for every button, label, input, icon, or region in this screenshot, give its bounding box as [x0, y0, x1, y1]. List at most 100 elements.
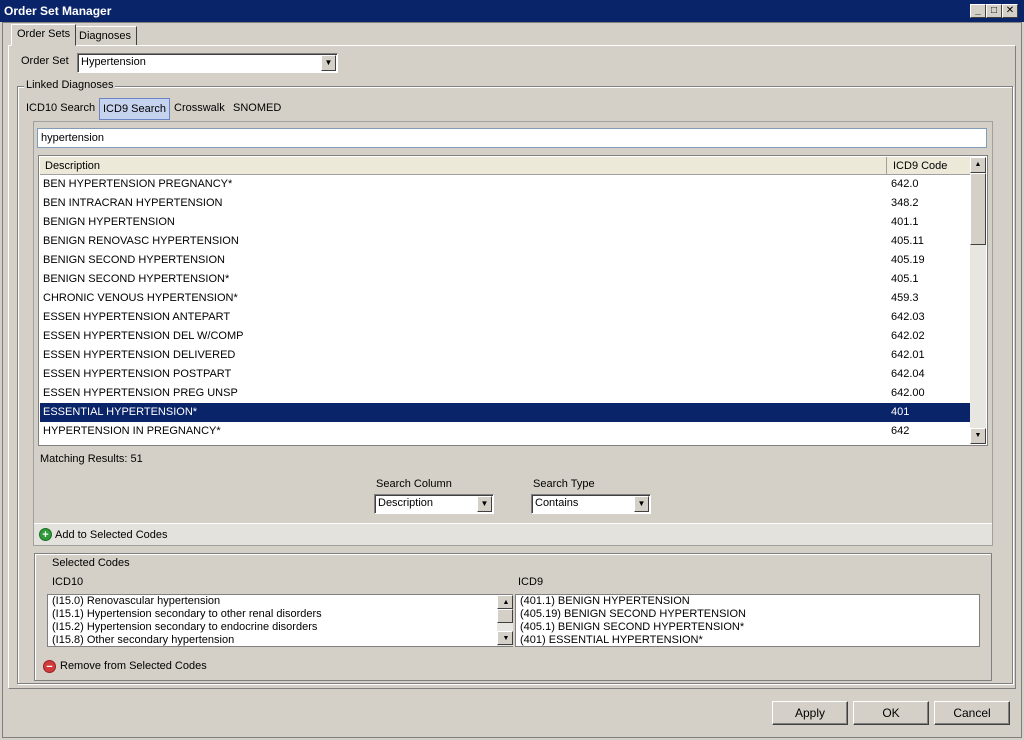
- row-description: ESSEN HYPERTENSION DEL W/COMP: [43, 330, 244, 342]
- row-icd9-code: 401: [891, 406, 910, 418]
- table-row[interactable]: BEN INTRACRAN HYPERTENSION 348.2: [40, 194, 970, 213]
- icd10-list-scrollbar[interactable]: ▲ ▼: [497, 595, 513, 646]
- grid-scrollbar[interactable]: ▲ ▼: [970, 157, 986, 444]
- search-type-label: Search Type: [533, 478, 595, 490]
- row-description: BEN INTRACRAN HYPERTENSION: [43, 197, 223, 209]
- table-row[interactable]: BENIGN SECOND HYPERTENSION 405.19: [40, 251, 970, 270]
- table-row[interactable]: HYPERTENSION IN PREGNANCY* 642: [40, 422, 970, 441]
- row-icd9-code: 642.00: [891, 387, 925, 399]
- subtab-icd10-search[interactable]: ICD10 Search: [23, 98, 98, 120]
- scroll-down-icon[interactable]: ▼: [497, 631, 513, 645]
- subtab-snomed[interactable]: SNOMED: [230, 98, 284, 120]
- scroll-thumb[interactable]: [970, 173, 986, 245]
- column-header-description[interactable]: Description: [40, 157, 887, 175]
- row-description: BENIGN SECOND HYPERTENSION*: [43, 273, 230, 285]
- tab-label: Order Sets: [17, 28, 71, 40]
- icd10-label: ICD10: [52, 576, 84, 588]
- minimize-button[interactable]: _: [970, 4, 986, 18]
- icd9-label: ICD9: [518, 576, 544, 588]
- list-item[interactable]: (I15.2) Hypertension secondary to endocr…: [50, 621, 512, 634]
- row-description: ESSEN HYPERTENSION ANTEPART: [43, 311, 231, 323]
- row-icd9-code: 642.0: [891, 178, 919, 190]
- row-description: HYPERTENSION IN PREGNANCY*: [43, 425, 221, 437]
- scroll-thumb[interactable]: [497, 609, 513, 623]
- table-row[interactable]: BENIGN SECOND HYPERTENSION* 405.1: [40, 270, 970, 289]
- chevron-down-icon[interactable]: ▼: [634, 496, 649, 512]
- maximize-button[interactable]: □: [986, 4, 1002, 18]
- linked-diagnoses-label: Linked Diagnoses: [24, 79, 116, 91]
- row-icd9-code: 405.19: [891, 254, 925, 266]
- list-item[interactable]: (401.1) BENIGN HYPERTENSION: [518, 595, 979, 608]
- remove-from-selected-button[interactable]: − Remove from Selected Codes: [43, 659, 243, 675]
- row-description: BENIGN SECOND HYPERTENSION: [43, 254, 225, 266]
- row-icd9-code: 401.1: [891, 216, 919, 228]
- icd10-selected-list[interactable]: (I15.0) Renovascular hypertension (I15.1)…: [47, 594, 513, 647]
- subtab-crosswalk[interactable]: Crosswalk: [171, 98, 228, 120]
- list-item[interactable]: (405.1) BENIGN SECOND HYPERTENSION*: [518, 621, 979, 634]
- table-row[interactable]: BENIGN HYPERTENSION 401.1: [40, 213, 970, 232]
- row-icd9-code: 642.02: [891, 330, 925, 342]
- icd9-items: (401.1) BENIGN HYPERTENSION (405.19) BENI…: [516, 595, 979, 647]
- table-row[interactable]: ESSEN HYPERTENSION DEL W/COMP 642.02: [40, 327, 970, 346]
- row-icd9-code: 642.01: [891, 349, 925, 361]
- subtab-icd9-search[interactable]: ICD9 Search: [99, 98, 170, 120]
- table-row[interactable]: CHRONIC VENOUS HYPERTENSION* 459.3: [40, 289, 970, 308]
- close-button[interactable]: ✕: [1002, 4, 1018, 18]
- chevron-down-icon[interactable]: ▼: [477, 496, 492, 512]
- order-set-value: Hypertension: [81, 56, 146, 68]
- row-icd9-code: 348.2: [891, 197, 919, 209]
- table-row[interactable]: ESSENTIAL HYPERTENSION* 401: [40, 403, 970, 422]
- row-description: BEN HYPERTENSION PREGNANCY*: [43, 178, 233, 190]
- row-description: ESSENTIAL HYPERTENSION*: [43, 406, 198, 418]
- remove-from-selected-label: Remove from Selected Codes: [60, 660, 207, 672]
- list-item[interactable]: (405.19) BENIGN SECOND HYPERTENSION: [518, 608, 979, 621]
- table-row[interactable]: ESSEN HYPERTENSION POSTPART 642.04: [40, 365, 970, 384]
- chevron-down-icon[interactable]: ▼: [321, 55, 336, 71]
- minus-circle-icon: −: [43, 660, 56, 673]
- table-row[interactable]: BEN HYPERTENSION PREGNANCY* 642.0: [40, 175, 970, 194]
- list-item[interactable]: (I15.8) Other secondary hypertension: [50, 634, 512, 647]
- table-row[interactable]: ESSEN HYPERTENSION ANTEPART 642.03: [40, 308, 970, 327]
- column-header-icd9-code[interactable]: ICD9 Code: [888, 157, 970, 175]
- search-column-label: Search Column: [376, 478, 452, 490]
- add-to-selected-label: Add to Selected Codes: [55, 529, 168, 541]
- results-grid: Description ICD9 Code BEN HYPERTENSION P…: [38, 155, 988, 446]
- row-description: CHRONIC VENOUS HYPERTENSION*: [43, 292, 238, 304]
- title-bar[interactable]: Order Set Manager _ □ ✕: [0, 0, 1024, 22]
- icd9-selected-list[interactable]: (401.1) BENIGN HYPERTENSION (405.19) BENI…: [515, 594, 980, 647]
- table-row[interactable]: ESSEN HYPERTENSION DELIVERED 642.01: [40, 346, 970, 365]
- tab-diagnoses[interactable]: Diagnoses: [73, 26, 137, 46]
- grid-header: Description ICD9 Code: [40, 157, 970, 175]
- search-input[interactable]: hypertension: [37, 128, 987, 148]
- window-title: Order Set Manager: [4, 4, 112, 18]
- ok-button[interactable]: OK: [853, 701, 929, 725]
- row-icd9-code: 405.11: [891, 235, 924, 247]
- cancel-button[interactable]: Cancel: [934, 701, 1010, 725]
- order-set-dropdown[interactable]: Hypertension ▼: [77, 53, 338, 73]
- apply-button[interactable]: Apply: [772, 701, 848, 725]
- table-row[interactable]: BENIGN RENOVASC HYPERTENSION 405.11: [40, 232, 970, 251]
- list-item[interactable]: (401) ESSENTIAL HYPERTENSION*: [518, 634, 979, 647]
- plus-circle-icon: +: [39, 528, 52, 541]
- row-description: BENIGN RENOVASC HYPERTENSION: [43, 235, 239, 247]
- row-icd9-code: 642: [891, 425, 910, 437]
- row-description: ESSEN HYPERTENSION POSTPART: [43, 368, 232, 380]
- table-row[interactable]: ESSEN HYPERTENSION PREG UNSP 642.00: [40, 384, 970, 403]
- row-description: ESSEN HYPERTENSION PREG UNSP: [43, 387, 238, 399]
- scroll-up-icon[interactable]: ▲: [497, 595, 513, 609]
- tab-order-sets[interactable]: Order Sets: [11, 24, 77, 46]
- list-item[interactable]: (I15.0) Renovascular hypertension: [50, 595, 512, 608]
- row-description: ESSEN HYPERTENSION DELIVERED: [43, 349, 236, 361]
- add-to-selected-button[interactable]: + Add to Selected Codes: [34, 523, 992, 545]
- order-set-label: Order Set: [21, 55, 69, 67]
- scroll-up-icon[interactable]: ▲: [970, 157, 986, 173]
- list-item[interactable]: (I15.1) Hypertension secondary to other …: [50, 608, 512, 621]
- row-icd9-code: 642.03: [891, 311, 925, 323]
- row-icd9-code: 459.3: [891, 292, 919, 304]
- search-column-dropdown[interactable]: Description ▼: [374, 494, 494, 514]
- search-type-value: Contains: [535, 497, 579, 509]
- search-column-value: Description: [378, 497, 434, 509]
- scroll-down-icon[interactable]: ▼: [970, 428, 986, 444]
- search-type-dropdown[interactable]: Contains ▼: [531, 494, 651, 514]
- matching-results: Matching Results: 51: [40, 453, 143, 465]
